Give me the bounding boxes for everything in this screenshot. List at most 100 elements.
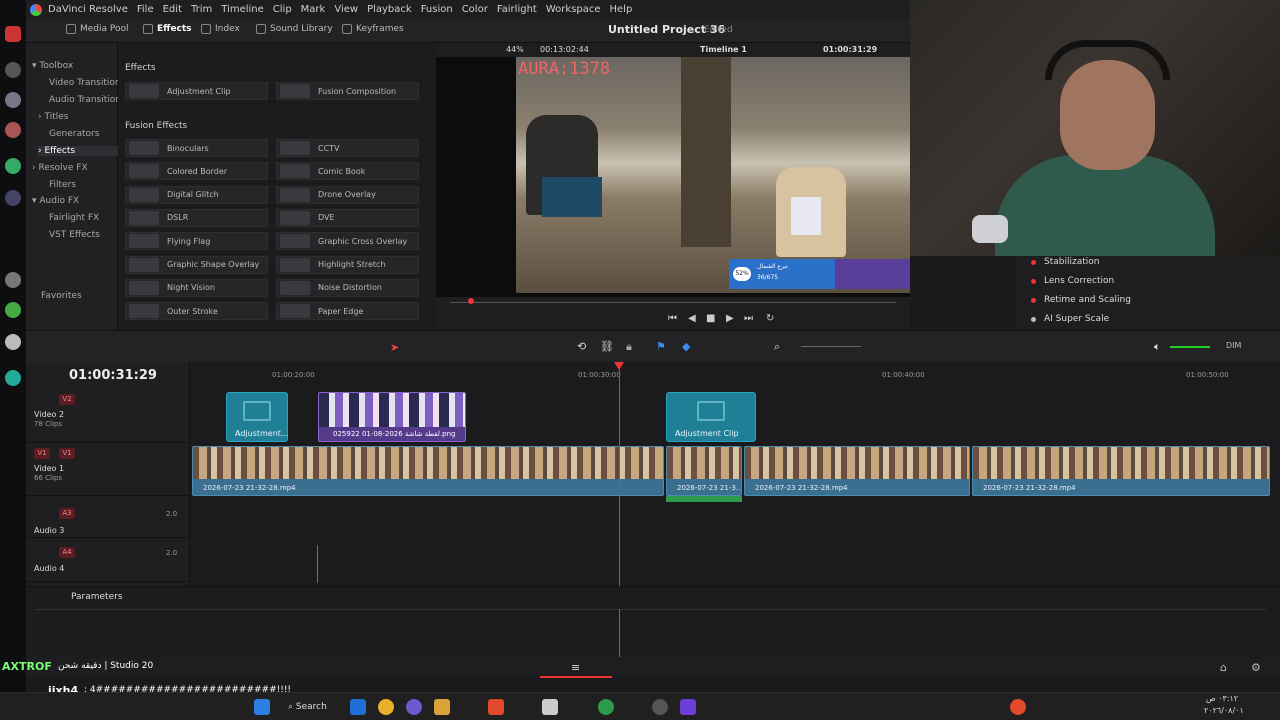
- lock-icon[interactable]: 🔒︎: [626, 340, 632, 354]
- media-pool-button[interactable]: Media Pool: [66, 24, 129, 34]
- resolve-taskbar-icon[interactable]: [652, 699, 668, 715]
- marker-icon[interactable]: ◆: [682, 340, 690, 353]
- track-badge[interactable]: V1: [59, 448, 75, 459]
- menu-edit[interactable]: Edit: [163, 4, 182, 15]
- tree-filters[interactable]: Filters: [49, 180, 76, 190]
- avatar[interactable]: [5, 334, 21, 350]
- keyframes-button[interactable]: Keyframes: [342, 24, 404, 34]
- fusion-effect-item[interactable]: Graphic Shape Overlay: [125, 255, 268, 274]
- keyframe-playhead[interactable]: [619, 609, 620, 657]
- timeline-area[interactable]: 01:00:20:00 01:00:30:00 01:00:40:00 01:0…: [190, 362, 1280, 586]
- video-clip[interactable]: 2026-07-23 21-32-28.mp4: [192, 446, 664, 496]
- jump-end-icon[interactable]: ⏭: [744, 313, 753, 324]
- sound-library-button[interactable]: Sound Library: [256, 24, 333, 34]
- link-icon[interactable]: ⛓: [600, 340, 614, 353]
- brave-icon[interactable]: [488, 699, 504, 715]
- track-badge[interactable]: V1: [34, 448, 50, 459]
- settings-gear-icon[interactable]: ⚙: [1251, 661, 1261, 674]
- volume-icon[interactable]: 🔈︎: [1154, 340, 1161, 354]
- scrub-head[interactable]: [468, 298, 474, 304]
- scrub-bar[interactable]: [450, 302, 896, 303]
- menu-fusion[interactable]: Fusion: [421, 4, 453, 15]
- fusion-effect-item[interactable]: Comic Book: [276, 162, 419, 181]
- zoom-level[interactable]: 44%: [506, 45, 524, 54]
- adjustment-clip[interactable]: Adjustment...: [226, 392, 289, 442]
- discord-icon[interactable]: [406, 699, 422, 715]
- tree-vst-effects[interactable]: VST Effects: [49, 230, 100, 240]
- menu-file[interactable]: File: [137, 4, 154, 15]
- avatar[interactable]: [5, 62, 21, 78]
- avatar[interactable]: [5, 302, 21, 318]
- tree-audio-transitions[interactable]: Audio Transitions: [49, 95, 126, 105]
- zoom-slider[interactable]: [801, 346, 861, 347]
- index-button[interactable]: Index: [201, 24, 240, 34]
- flag-icon[interactable]: ⚑: [656, 340, 666, 353]
- dim-button[interactable]: DIM: [1226, 341, 1241, 350]
- adjustment-clip[interactable]: Adjustment Clip: [666, 392, 756, 442]
- fusion-effect-item[interactable]: Highlight Stretch: [276, 255, 419, 274]
- windows-start-icon[interactable]: [254, 699, 270, 715]
- fusion-effect-item[interactable]: DVE: [276, 208, 419, 227]
- effect-fusion-composition[interactable]: Fusion Composition: [276, 82, 419, 100]
- menu-timeline[interactable]: Timeline: [221, 4, 264, 15]
- menu-color[interactable]: Color: [462, 4, 488, 15]
- avatar[interactable]: [5, 370, 21, 386]
- loop-icon[interactable]: ↻: [766, 313, 774, 324]
- zoom-icon[interactable]: ⌕: [774, 340, 780, 354]
- folder-icon[interactable]: [434, 699, 450, 715]
- fusion-effect-item[interactable]: Graphic Cross Overlay: [276, 232, 419, 251]
- menu-app[interactable]: DaVinci Resolve: [48, 4, 128, 15]
- effects-button[interactable]: Effects: [143, 24, 192, 34]
- track-badge[interactable]: V2: [59, 394, 75, 405]
- app-icon[interactable]: [1010, 699, 1026, 715]
- volume-slider[interactable]: [1170, 346, 1210, 348]
- app-icon[interactable]: [350, 699, 366, 715]
- favorites-label[interactable]: Favorites: [41, 291, 82, 301]
- tree-toolbox[interactable]: ▾ Toolbox: [32, 61, 73, 71]
- fusion-effect-item[interactable]: CCTV: [276, 139, 419, 157]
- video-clip[interactable]: 2026-07-23 21-3...: [666, 446, 742, 496]
- jump-start-icon[interactable]: ⏮: [668, 313, 677, 324]
- menu-trim[interactable]: Trim: [191, 4, 212, 15]
- tree-titles[interactable]: › Titles: [38, 112, 68, 122]
- home-icon[interactable]: ⌂: [1220, 661, 1227, 674]
- fusion-effect-item[interactable]: Drone Overlay: [276, 185, 419, 204]
- menu-view[interactable]: View: [334, 4, 358, 15]
- selection-tool-icon[interactable]: ➤: [390, 341, 399, 354]
- fusion-effect-item[interactable]: DSLR: [125, 208, 268, 227]
- effect-adjustment-clip[interactable]: Adjustment Clip: [125, 82, 268, 100]
- video-clip[interactable]: 2026-07-23 21-32-28.mp4: [744, 446, 970, 496]
- fusion-effect-item[interactable]: Paper Edge: [276, 302, 419, 321]
- tree-resolve-fx[interactable]: › Resolve FX: [32, 163, 88, 173]
- avatar[interactable]: [5, 158, 21, 174]
- tree-fairlight-fx[interactable]: Fairlight FX: [49, 213, 99, 223]
- avatar[interactable]: [5, 272, 21, 288]
- app-icon[interactable]: [598, 699, 614, 715]
- fusion-effect-item[interactable]: Noise Distortion: [276, 278, 419, 297]
- chrome-icon[interactable]: [378, 699, 394, 715]
- tree-audio-fx[interactable]: ▾ Audio FX: [32, 196, 79, 206]
- stop-icon[interactable]: ■: [706, 313, 715, 324]
- play-icon[interactable]: ▶: [726, 313, 734, 324]
- fusion-effect-item[interactable]: Colored Border: [125, 162, 268, 181]
- fusion-effect-item[interactable]: Digital Glitch: [125, 185, 268, 204]
- menu-help[interactable]: Help: [610, 4, 633, 15]
- channel-icon[interactable]: [5, 26, 21, 42]
- audio-clip-fragment[interactable]: [666, 496, 742, 502]
- avatar[interactable]: [5, 92, 21, 108]
- app-icon[interactable]: [680, 699, 696, 715]
- inspector-lens-correction[interactable]: Lens Correction: [1031, 276, 1114, 286]
- avatar[interactable]: [5, 190, 21, 206]
- tree-generators[interactable]: Generators: [49, 129, 99, 139]
- menu-playback[interactable]: Playback: [367, 4, 412, 15]
- reverse-icon[interactable]: ◀: [688, 313, 696, 324]
- snap-icon[interactable]: ⟲: [577, 340, 586, 353]
- menu-mark[interactable]: Mark: [301, 4, 326, 15]
- track-badge[interactable]: A3: [59, 508, 75, 519]
- fusion-effect-item[interactable]: Binoculars: [125, 139, 268, 157]
- image-clip[interactable]: لقطة شاشة 2026-08-01 025922.png: [318, 392, 466, 442]
- menu-clip[interactable]: Clip: [273, 4, 292, 15]
- playhead[interactable]: [619, 362, 620, 586]
- fusion-effect-item[interactable]: Night Vision: [125, 278, 268, 297]
- track-badge[interactable]: A4: [59, 547, 75, 558]
